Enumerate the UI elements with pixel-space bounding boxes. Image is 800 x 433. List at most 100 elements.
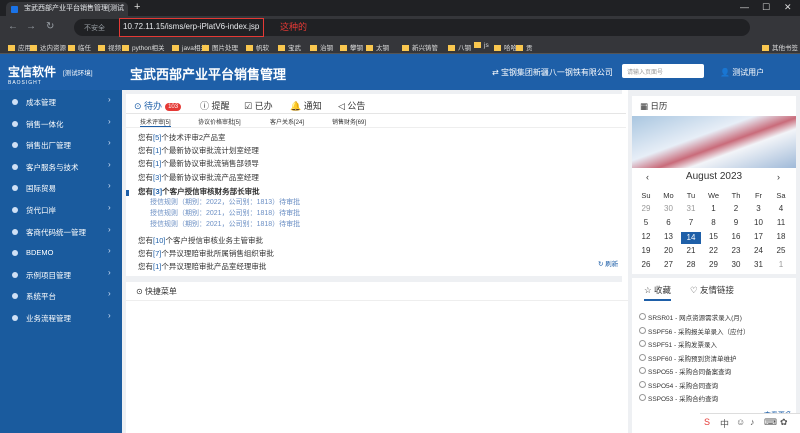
subtab[interactable]: 销售财务[69] (332, 117, 366, 126)
favorite-item[interactable]: SRSR01 - 网点资源需求录入(月) (639, 312, 742, 322)
company-name[interactable]: ⇄ 宝钢集团新疆八一钢铁有限公司 (492, 67, 613, 78)
credit-rule-link[interactable]: 授信规则（期别：2021，公司别：1818）待审批 (150, 219, 300, 229)
todo-row[interactable]: 您有[7]个异议理赔审批所属销售组织审批 (138, 248, 274, 259)
calendar-day[interactable]: 30 (659, 204, 679, 213)
calendar-day[interactable]: 1 (771, 260, 791, 269)
calendar-day[interactable]: 16 (726, 232, 746, 241)
credit-rule-link[interactable]: 授信规则（期别：2021，公司别：1818）待审批 (150, 208, 300, 218)
bookmark-item[interactable]: 攀钢 (340, 42, 363, 52)
calendar-day[interactable]: 1 (704, 204, 724, 213)
sidebar-item[interactable]: 销售出厂管理 › (0, 137, 122, 153)
emoji-icon[interactable]: ☺ (736, 417, 745, 427)
bookmark-item[interactable]: 应用 (8, 42, 31, 52)
calendar-day[interactable]: 29 (704, 260, 724, 269)
sidebar-item[interactable]: BDEMO › (0, 245, 122, 261)
calendar-day[interactable]: 24 (749, 246, 769, 255)
bookmark-item[interactable]: 太钢 (366, 42, 389, 52)
bookmark-item[interactable]: js (474, 42, 489, 49)
ime-mode-icon[interactable]: 中 (720, 417, 729, 430)
bookmark-item[interactable]: python相关 (122, 42, 165, 52)
bookmark-item[interactable]: 达内资源 (30, 42, 66, 52)
address-bar[interactable]: 不安全 10.72.11.15/isms/erp-iPlatV6-index.j… (74, 18, 750, 37)
subtab[interactable]: 技术评审[5] (140, 117, 171, 127)
calendar-day[interactable]: 3 (749, 204, 769, 213)
favorite-item[interactable]: SSPO53 - 采购合约查询 (638, 393, 718, 403)
sidebar-item[interactable]: 业务流程管理 › (0, 310, 122, 326)
new-tab-icon[interactable]: + (134, 1, 140, 13)
credit-rule-link[interactable]: 授信规则（期别：2022，公司别：1813）待审批 (150, 197, 300, 207)
favorite-item[interactable]: SSPF51 - 采购发票录入 (639, 339, 717, 349)
bookmark-item[interactable]: 治钢 (310, 42, 333, 52)
reload-icon[interactable]: ↻ (46, 21, 54, 32)
calendar-day[interactable]: 25 (771, 246, 791, 255)
todo-row[interactable]: 您有[5]个技术评审2产品室 (138, 132, 226, 143)
calendar-day[interactable]: 5 (636, 218, 656, 227)
favorite-item[interactable]: SSPF60 - 采购预到货清单维护 (638, 353, 736, 363)
calendar-day[interactable]: 31 (749, 260, 769, 269)
calendar-day[interactable]: 31 (681, 204, 701, 213)
tab-notice[interactable]: 🔔 通知 (290, 99, 322, 112)
tab-remind[interactable]: ⓘ 提醒 (200, 99, 230, 112)
subtab[interactable]: 协议价格审批[5] (198, 117, 241, 126)
skin-icon[interactable]: ✿ (780, 417, 788, 428)
bookmark-item[interactable]: 贡 (516, 42, 533, 52)
sidebar-item[interactable]: 示例项目管理 › (0, 267, 122, 283)
tab-done[interactable]: ☑ 已办 (244, 99, 273, 112)
sidebar-item[interactable]: 国际贸易 › (0, 180, 122, 196)
back-icon[interactable]: ← (8, 21, 18, 32)
subtab[interactable]: 客户关系[24] (270, 117, 304, 126)
tab-links[interactable]: ♡ 友情链接 (690, 284, 734, 296)
page-search-input[interactable]: 请输入页面号 (622, 64, 704, 78)
calendar-day[interactable]: 2 (726, 204, 746, 213)
calendar-day[interactable]: 21 (681, 246, 701, 255)
sidebar-item[interactable]: 货代口岸 › (0, 202, 122, 218)
bookmark-item[interactable]: 其他书签 (762, 42, 798, 52)
calendar-day[interactable]: 19 (636, 246, 656, 255)
calendar-day[interactable]: 29 (636, 204, 656, 213)
sidebar-item[interactable]: 销售一体化 › (0, 116, 122, 132)
calendar-day[interactable]: 26 (636, 260, 656, 269)
maximize-icon[interactable]: ☐ (762, 2, 770, 13)
calendar-day[interactable]: 14 (681, 232, 701, 244)
todo-row[interactable]: 您有[3]个最新协议审批流产品室经理 (138, 172, 259, 183)
browser-tab[interactable]: 宝武西部产业平台销售管理[测试 (6, 2, 128, 16)
calendar-day[interactable]: 9 (726, 218, 746, 227)
calendar-day[interactable]: 28 (681, 260, 701, 269)
mic-icon[interactable]: ♪ (750, 417, 755, 427)
todo-row[interactable]: 您有[1]个最新协议审批流计划室经理 (138, 145, 259, 156)
todo-row[interactable]: 您有[1]个最新协议审批流销售部领导 (138, 158, 259, 169)
todo-row[interactable]: 您有[1]个异议理赔审批产品室经理审批 (138, 261, 266, 272)
keyboard-icon[interactable]: ⌨ (764, 417, 777, 428)
todo-row[interactable]: 您有[3]个客户授信审核财务部长审批 (138, 186, 260, 197)
bookmark-item[interactable]: 视频 (98, 42, 121, 52)
bookmark-item[interactable]: 图片处理 (202, 42, 238, 52)
calendar-day[interactable]: 18 (771, 232, 791, 241)
calendar-day[interactable]: 17 (749, 232, 769, 241)
calendar-day[interactable]: 22 (704, 246, 724, 255)
calendar-day[interactable]: 6 (659, 218, 679, 227)
calendar-day[interactable]: 11 (771, 218, 791, 227)
refresh-button[interactable]: ↻ 刷新 (598, 258, 618, 268)
tab-todo[interactable]: ⊙ 待办 103 (134, 99, 182, 112)
forward-icon[interactable]: → (26, 21, 36, 32)
favorite-item[interactable]: SSPO55 - 采购合同备案查询 (638, 366, 731, 376)
calendar-day[interactable]: 10 (749, 218, 769, 227)
calendar-day[interactable]: 27 (659, 260, 679, 269)
calendar-day[interactable]: 23 (726, 246, 746, 255)
calendar-day[interactable]: 13 (659, 232, 679, 241)
bookmark-item[interactable]: 八钢 (448, 42, 471, 52)
calendar-day[interactable]: 15 (704, 232, 724, 241)
sidebar-item[interactable]: 客商代码统一管理 › (0, 224, 122, 240)
favorite-item[interactable]: SSPO54 - 采购合同查询 (638, 380, 718, 390)
minimize-icon[interactable]: — (740, 2, 749, 12)
calendar-day[interactable]: 30 (726, 260, 746, 269)
sidebar-item[interactable]: 客户服务与技术 › (0, 159, 122, 175)
bookmark-item[interactable]: 临任 (68, 42, 91, 52)
close-icon[interactable]: ✕ (784, 2, 792, 13)
calendar-day[interactable]: 12 (636, 232, 656, 241)
bookmark-item[interactable]: 哈哈 (494, 42, 517, 52)
calendar-day[interactable]: 20 (659, 246, 679, 255)
bookmark-item[interactable]: 新兴铸管 (402, 42, 438, 52)
sidebar-item[interactable]: 成本管理 › (0, 94, 122, 110)
user-menu[interactable]: 👤 测试用户 (720, 67, 764, 78)
